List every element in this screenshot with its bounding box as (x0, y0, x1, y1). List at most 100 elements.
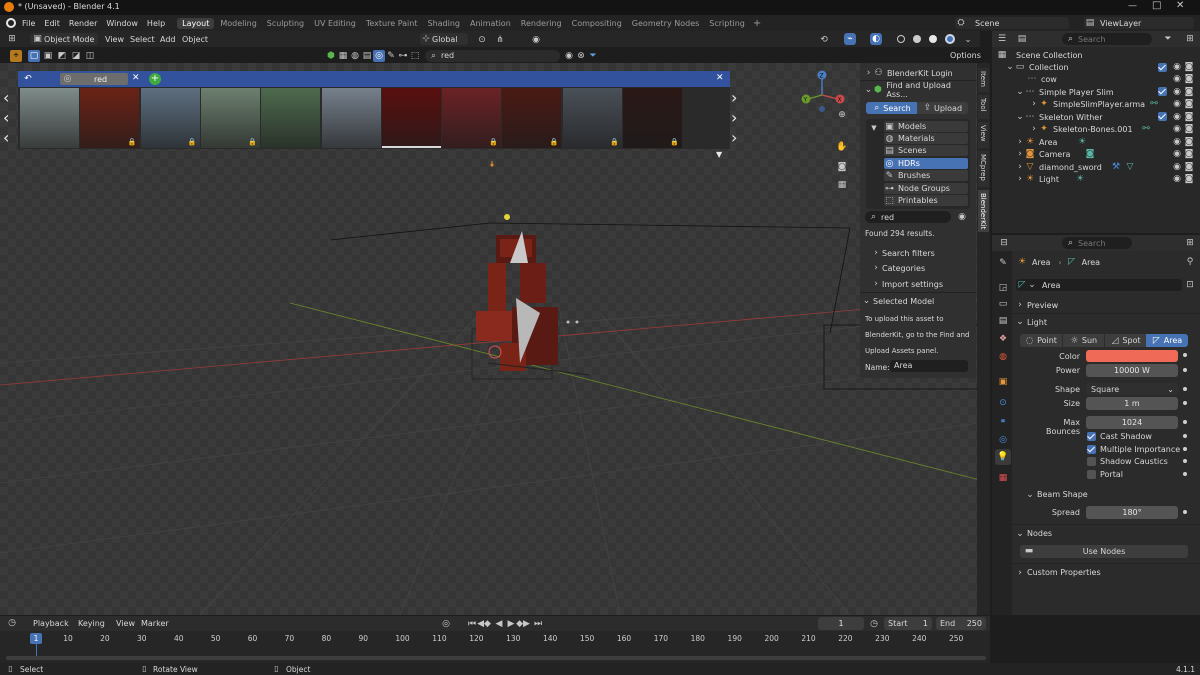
scene-selector[interactable]: ⛭ Scene (955, 17, 1069, 29)
object-data-tab-icon[interactable]: ◎ (997, 434, 1009, 446)
start-frame-field[interactable]: Start 1 (884, 617, 932, 630)
expand-asset-bar-icon[interactable]: ▼ (716, 150, 722, 159)
bk-category-models[interactable]: ▣ Models (884, 121, 968, 132)
eye-icon[interactable]: ◉ (1171, 161, 1183, 173)
texture-tab-icon[interactable]: ▦ (997, 472, 1009, 484)
menu-help[interactable]: Help (147, 19, 165, 28)
camera-render-icon[interactable]: ◙ (1183, 161, 1195, 173)
bk-categories-section[interactable]: › Categories (872, 263, 925, 273)
properties-editor-icon[interactable]: ⊟ (998, 237, 1010, 249)
properties-options-icon[interactable]: ⊞ (1184, 237, 1196, 249)
output-tab-icon[interactable]: ▭ (997, 298, 1009, 310)
light-type-sun[interactable]: ☼ Sun (1062, 334, 1104, 347)
add-workspace-icon[interactable]: + (753, 18, 761, 29)
asset-type-models-icon[interactable]: ▦ (337, 50, 349, 62)
shape-dropdown[interactable]: Square ⌄ (1086, 383, 1178, 395)
tool-tab-icon[interactable]: ✎ (997, 257, 1009, 269)
timeline-editor-icon[interactable]: ◷ (6, 617, 18, 629)
outliner-search-field[interactable]: ⌕ Search (1062, 33, 1152, 45)
camera-render-icon[interactable]: ◙ (1183, 61, 1195, 73)
asset-thumbnail[interactable] (381, 88, 441, 148)
select-extend-icon[interactable]: ▣ (42, 50, 54, 62)
clear-search-icon[interactable]: ⊗ (575, 50, 587, 62)
xray-toggle-icon[interactable]: ◐ (870, 33, 882, 45)
custom-properties-header[interactable]: › Custom Properties (1016, 567, 1100, 578)
timeline-menu-view[interactable]: View (116, 619, 135, 628)
add-tab-button[interactable]: + (149, 73, 161, 85)
bk-import-settings[interactable]: › Import settings (872, 279, 943, 289)
properties-search-field[interactable]: ⌕ Search (1062, 237, 1132, 249)
eye-icon[interactable]: ◉ (1171, 148, 1183, 160)
scroll-left-arrows-icon[interactable]: ‹ ‹ ‹ (3, 88, 9, 148)
eye-icon[interactable]: ◉ (1171, 61, 1183, 73)
exclude-checkbox[interactable] (1158, 87, 1167, 96)
max-bounces-field[interactable]: 1024 (1086, 416, 1178, 429)
category-expand-icon[interactable]: ▼ (868, 122, 880, 134)
asset-thumbnail[interactable]: 🔒 (623, 88, 682, 148)
asset-type-printables-icon[interactable]: ⬚ (409, 50, 421, 62)
bk-eye-icon[interactable]: ◉ (956, 211, 968, 223)
shading-wireframe-icon[interactable] (897, 35, 905, 43)
bk-search-tab[interactable]: ⌕ Search (866, 102, 917, 114)
render-tab-icon[interactable]: ◲ (997, 282, 1009, 294)
overlay-toggle-icon[interactable]: ⌁ (844, 33, 856, 45)
outliner-editor-icon[interactable]: ☰ (996, 33, 1008, 45)
close-tab-icon[interactable]: ✕ (132, 73, 140, 83)
workspace-tab-modeling[interactable]: Modeling (220, 19, 256, 28)
power-field[interactable]: 10000 W (1086, 364, 1178, 377)
bk-search-filters[interactable]: › Search filters (872, 248, 935, 258)
viewport-menu-object[interactable]: Object (182, 35, 208, 44)
proportional-edit-icon[interactable]: ◉ (530, 34, 542, 46)
portal-checkbox[interactable]: Portal (1087, 469, 1123, 480)
bk-category-brushes[interactable]: ✎ Brushes (884, 170, 968, 181)
asset-thumbnail[interactable]: 🔒 (562, 88, 622, 148)
editor-type-icon[interactable]: ⊞ (6, 33, 18, 45)
shadow-caustics-checkbox[interactable]: Shadow Caustics (1087, 456, 1168, 467)
active-tool-icon[interactable]: ⌖ (10, 50, 22, 62)
side-tab-tool[interactable]: Tool (978, 95, 989, 119)
fake-user-icon[interactable]: ⊡ (1184, 279, 1196, 291)
asset-type-scenes-icon[interactable]: ▤ (361, 50, 373, 62)
frame-ruler[interactable]: 10 20 30 40 50 60 70 80 90 100 110 120 130 140 150 160 1… (0, 632, 990, 658)
bk-category-printables[interactable]: ⬚ Printables (884, 195, 968, 206)
prev-keyframe-icon[interactable]: ◀◆ (477, 618, 491, 630)
gizmo-toggle-icon[interactable]: ⟲ (818, 34, 830, 46)
bk-selected-model-header[interactable]: ⌄ Selected Model (862, 296, 935, 306)
name-field[interactable]: Area (890, 360, 968, 372)
funnel-filter-icon[interactable]: ⏷ (587, 50, 599, 62)
shading-solid-icon[interactable] (913, 35, 921, 43)
camera-render-icon[interactable]: ◙ (1183, 173, 1195, 185)
menu-edit[interactable]: Edit (44, 19, 60, 28)
workspace-tab-geometry-nodes[interactable]: Geometry Nodes (632, 19, 699, 28)
multiple-importance-checkbox[interactable]: Multiple Importance (1087, 444, 1180, 455)
timeline-scrollbar[interactable] (6, 656, 986, 660)
keyframe-dot-icon[interactable] (1183, 472, 1187, 476)
side-tab-item[interactable]: Item (978, 68, 989, 92)
menu-file[interactable]: File (22, 19, 35, 28)
camera-render-icon[interactable]: ◙ (1183, 73, 1195, 85)
bk-login-row[interactable]: › ⚇ BlenderKit Login (864, 67, 972, 79)
asset-search-field[interactable]: ⌕ red (425, 49, 560, 62)
asset-thumbnail[interactable]: 🔒 (442, 88, 502, 148)
preview-range-icon[interactable]: ◷ (868, 618, 880, 630)
asset-thumbnail[interactable]: 🔒 (140, 88, 200, 148)
asset-thumbnail[interactable]: 🔒 (502, 88, 562, 148)
eye-icon[interactable]: ◉ (1171, 98, 1183, 110)
light-datablock-selector[interactable]: ◸ ⌄ Area (1016, 279, 1182, 291)
camera-render-icon[interactable]: ◙ (1183, 86, 1195, 98)
keyframe-dot-icon[interactable] (1183, 447, 1187, 451)
pin-icon[interactable]: ⚲ (1184, 256, 1196, 268)
eye-icon[interactable]: ◉ (1171, 111, 1183, 123)
asset-type-materials-icon[interactable]: ◍ (349, 50, 361, 62)
timeline-menu-marker[interactable]: Marker (141, 619, 169, 628)
light-section-header[interactable]: ⌄ Light (1016, 316, 1196, 328)
shading-rendered-icon[interactable] (945, 34, 955, 44)
camera-render-icon[interactable]: ◙ (1183, 136, 1195, 148)
camera-view-icon[interactable]: ◙ (836, 161, 848, 173)
eye-icon[interactable]: ◉ (1171, 123, 1183, 135)
eye-icon[interactable]: ◉ (1171, 73, 1183, 85)
constraints-tab-icon[interactable]: ⚭ (997, 416, 1009, 428)
viewport-menu-view[interactable]: View (105, 35, 124, 44)
asset-type-hdr-icon[interactable]: ◎ (373, 49, 385, 62)
perspective-toggle-icon[interactable]: ▦ (836, 179, 848, 191)
